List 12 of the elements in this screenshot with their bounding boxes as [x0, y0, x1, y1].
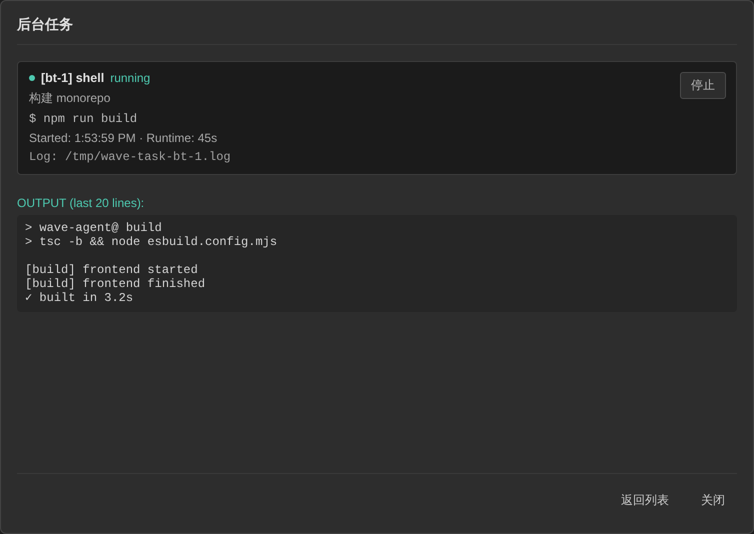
task-name: [bt-1] shell	[41, 71, 104, 85]
task-log-path: Log: /tmp/wave-task-bt-1.log	[29, 150, 231, 164]
output-label: OUTPUT (last 20 lines):	[17, 196, 146, 210]
output-console: > wave-agent@ build > tsc -b && node esbuild.config.mjs [build] frontend started [build] frontend finished ✓ built in 3.2s	[17, 215, 737, 312]
task-timing: Started: 1:53:59 PM · Runtime: 45s	[29, 131, 218, 145]
back-button[interactable]: 返回列表	[609, 490, 681, 511]
task-command: $ npm run build	[29, 112, 138, 126]
close-button[interactable]: 关闭	[689, 490, 737, 511]
stop-button[interactable]: 停止	[680, 72, 726, 99]
task-description: 构建 monorepo	[29, 90, 112, 107]
dialog-title: 后台任务	[17, 16, 73, 32]
task-status: running	[110, 71, 150, 85]
